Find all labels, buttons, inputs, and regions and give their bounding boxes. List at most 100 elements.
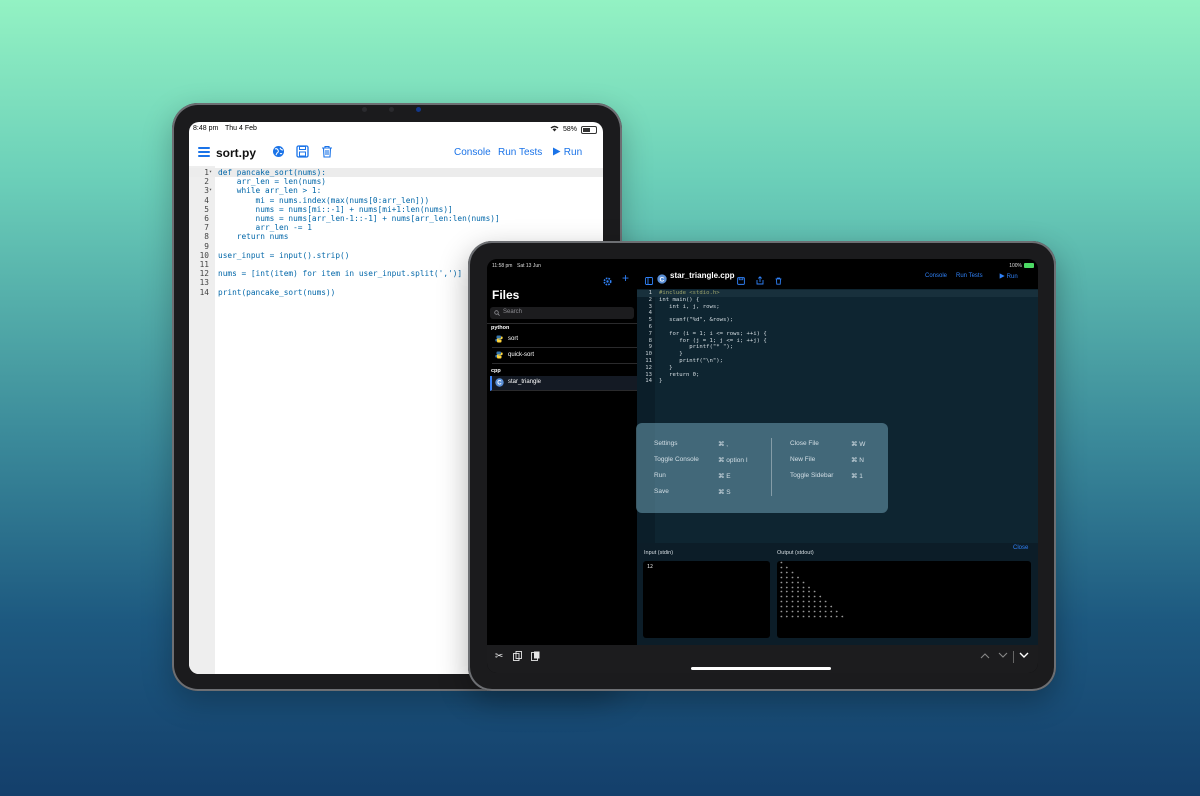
file-name: star_triangle.cpp	[670, 271, 735, 280]
code-text: nums = nums[mi::-1] + nums[mi+1:len(nums…	[218, 204, 453, 214]
run-tests-button[interactable]: Run Tests	[956, 273, 983, 279]
wifi-icon	[550, 125, 559, 134]
battery-icon	[1024, 263, 1034, 268]
run-button[interactable]: Run	[552, 147, 582, 158]
editor-toolbar: C star_triangle.cpp Console Run Tests Ru…	[637, 259, 1038, 289]
line-number: 12	[645, 364, 652, 371]
divider	[1013, 651, 1014, 663]
line-number: 10	[645, 351, 652, 358]
search-icon	[494, 310, 500, 316]
file-item-star-triangle[interactable]: C star_triangle	[490, 376, 637, 391]
shortcut-run-keys: ⌘ E	[718, 473, 731, 480]
save-icon[interactable]	[737, 272, 745, 290]
code-text: while arr_len > 1:	[218, 186, 322, 196]
code-text: }	[659, 378, 663, 385]
line-number: 6	[648, 324, 652, 330]
shortcut-settings-keys: ⌘ ,	[718, 441, 729, 448]
code-line: 7 arr_len -= 1	[189, 223, 603, 232]
code-text: def pancake_sort(nums):	[218, 168, 326, 177]
globe-icon[interactable]	[272, 145, 286, 159]
code-text: printf("* ");	[659, 344, 734, 351]
play-icon	[553, 147, 561, 156]
line-number: 3	[204, 186, 209, 196]
code-text: mi = nums.index(max(nums[0:arr_len]))	[218, 195, 430, 205]
scissors-icon[interactable]: ✂	[495, 651, 503, 662]
code-line: 1 #include <stdio.h>	[637, 290, 1038, 297]
svg-text:C: C	[497, 381, 502, 387]
line-number: 7	[648, 330, 652, 337]
line-number: 2	[648, 296, 652, 303]
code-line: 4 mi = nums.index(max(nums[0:arr_len]))	[189, 196, 603, 205]
copy-icon[interactable]	[513, 651, 522, 664]
battery-percent: 58%	[562, 126, 577, 133]
status-date: Sat 13 Jun	[517, 263, 541, 269]
shortcut-save-label: Save	[654, 488, 669, 495]
code-text: }	[659, 351, 683, 358]
code-text: int i, j, rows;	[659, 303, 720, 310]
paste-icon[interactable]	[531, 651, 540, 664]
close-console-button[interactable]: Close	[1013, 545, 1028, 551]
line-number: 14	[645, 378, 652, 385]
chevron-up-icon[interactable]	[980, 651, 990, 662]
code-line: 3 ▾ while arr_len > 1:	[189, 186, 603, 195]
code-text: }	[659, 364, 673, 371]
stdin-input[interactable]: 12	[643, 561, 770, 638]
code-text: nums = nums[arr_len-1::-1] + nums[arr_le…	[218, 214, 500, 223]
plus-icon[interactable]: +	[622, 271, 629, 285]
file-item-quick-sort[interactable]: quick-sort	[492, 349, 637, 364]
save-icon[interactable]	[296, 145, 310, 159]
search-input[interactable]: Search	[490, 307, 634, 319]
hide-keyboard-icon[interactable]	[1019, 651, 1029, 662]
code-line: 2 int main() {	[637, 297, 1038, 304]
run-button[interactable]: Run	[999, 273, 1018, 280]
input-label: Input (stdin)	[644, 550, 674, 556]
shortcut-settings-label: Settings	[654, 440, 678, 447]
line-number: 3	[648, 303, 652, 310]
shortcut-toggle-sidebar-keys: ⌘ 1	[851, 473, 863, 480]
shortcut-new-file-keys: ⌘ N	[851, 457, 864, 464]
line-number: 6	[204, 214, 209, 223]
line-number: 13	[199, 278, 209, 288]
chevron-down-icon[interactable]	[998, 651, 1008, 662]
code-line: 2 arr_len = len(nums)	[189, 177, 603, 186]
fold-arrow-icon[interactable]: ▾	[209, 186, 212, 195]
code-line: 4	[637, 310, 1038, 317]
gear-icon[interactable]	[603, 273, 612, 291]
home-indicator	[691, 667, 831, 670]
group-cpp: cpp	[491, 368, 501, 374]
code-text: scanf("%d", &rows);	[659, 317, 734, 324]
code-line: 8 for (j = 1; j <= i; ++j) {	[637, 338, 1038, 345]
console-button[interactable]: Console	[454, 147, 491, 158]
code-line: 3 int i, j, rows;	[637, 304, 1038, 311]
line-number: 9	[648, 344, 652, 351]
python-icon	[495, 335, 503, 345]
status-bar: 8:48 pm Thu 4 Feb 58%	[189, 122, 603, 136]
code-line: 12 }	[637, 365, 1038, 372]
line-number: 5	[204, 204, 209, 214]
divider	[771, 438, 772, 496]
trash-icon[interactable]	[321, 145, 335, 159]
code-text: nums = [int(item) for item in user_input…	[218, 269, 463, 279]
code-text: for (j = 1; j <= i; ++j) {	[659, 337, 767, 344]
code-text: return 0;	[659, 371, 700, 378]
stdout-line: * * * * * * * * * * * *	[780, 615, 844, 621]
code-line: 5 nums = nums[mi::-1] + nums[mi+1:len(nu…	[189, 205, 603, 214]
menu-icon[interactable]	[198, 147, 210, 157]
line-number: 1	[204, 168, 209, 177]
line-number: 9	[204, 241, 209, 251]
cpp-icon: C	[495, 378, 504, 389]
sidebar-toggle-icon[interactable]	[645, 272, 653, 290]
line-number: 13	[645, 371, 652, 378]
share-icon[interactable]	[756, 272, 764, 290]
file-item-sort[interactable]: sort	[492, 333, 637, 348]
file-item-label: quick-sort	[508, 352, 535, 358]
line-number: 8	[204, 232, 209, 242]
python-icon	[495, 351, 503, 361]
run-tests-button[interactable]: Run Tests	[498, 147, 542, 158]
console-button[interactable]: Console	[925, 273, 947, 279]
code-line: 5 scanf("%d", &rows);	[637, 317, 1038, 324]
code-text: user_input = input().strip()	[218, 250, 350, 260]
fold-arrow-icon[interactable]: ▾	[209, 168, 212, 177]
trash-icon[interactable]	[775, 272, 782, 290]
keyboard-shortcuts-overlay: Settings ⌘ , Toggle Console ⌘ option I R…	[636, 423, 888, 513]
